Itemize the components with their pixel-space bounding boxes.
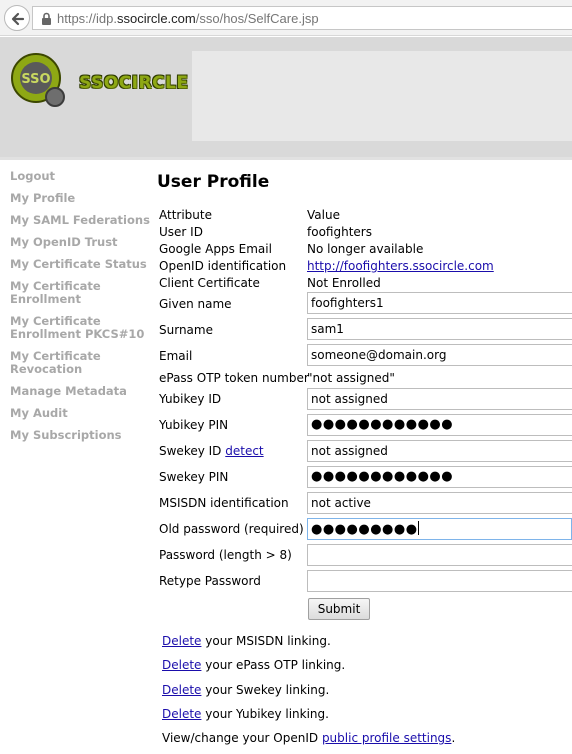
new-password-field[interactable] — [307, 544, 572, 566]
openid-label: OpenID identification — [159, 259, 287, 273]
sidebar-item-my-audit[interactable]: My Audit — [10, 407, 155, 420]
sidebar-item-certificate-revocation[interactable]: My Certificate Revocation — [10, 350, 155, 376]
sidebar-nav: Logout My Profile My SAML Federations My… — [10, 170, 155, 451]
google-apps-email-label: Google Apps Email — [159, 242, 272, 256]
yubikey-id-field[interactable]: not assigned — [307, 388, 572, 410]
epass-label: ePass OTP token number — [159, 371, 309, 385]
page-title: User Profile — [157, 172, 270, 192]
delete-yubikey-text: your Yubikey linking. — [201, 707, 329, 721]
swekey-detect-link[interactable]: detect — [225, 444, 263, 458]
header-banner — [192, 51, 572, 141]
delete-swekey-text: your Swekey linking. — [201, 683, 330, 697]
delete-yubikey-row: Delete your Yubikey linking. — [162, 707, 329, 721]
openid-url-link[interactable]: http://foofighters.ssocircle.com — [307, 259, 494, 273]
delete-yubikey-link[interactable]: Delete — [162, 707, 201, 721]
old-password-mask: ●●●●●●●●● — [311, 522, 418, 537]
google-apps-email-value: No longer available — [307, 242, 424, 256]
delete-msisdn-link[interactable]: Delete — [162, 634, 201, 648]
swekey-pin-label: Swekey PIN — [159, 470, 229, 484]
sidebar-item-certificate-enrollment[interactable]: My Certificate Enrollment — [10, 280, 155, 306]
openid-profile-suffix: . — [451, 731, 456, 745]
sidebar-item-saml-federations[interactable]: My SAML Federations — [10, 214, 155, 227]
email-field[interactable]: someone@domain.org — [307, 344, 572, 366]
retype-password-field[interactable] — [307, 570, 572, 592]
sidebar-item-certificate-status[interactable]: My Certificate Status — [10, 258, 155, 271]
sidebar-item-logout[interactable]: Logout — [10, 170, 155, 183]
public-profile-settings-link[interactable]: public profile settings — [322, 731, 452, 745]
swekey-id-label-row: Swekey ID detect — [159, 444, 264, 458]
old-password-label: Old password (required) — [159, 522, 304, 536]
delete-swekey-link[interactable]: Delete — [162, 683, 201, 697]
given-name-label: Given name — [159, 297, 232, 311]
submit-button[interactable]: Submit — [308, 598, 370, 620]
swekey-id-field[interactable]: not assigned — [307, 440, 572, 462]
sidebar-item-openid-trust[interactable]: My OpenID Trust — [10, 236, 155, 249]
surname-field[interactable]: sam1 — [307, 318, 572, 340]
surname-label: Surname — [159, 323, 213, 337]
openid-profile-prefix: View/change your OpenID — [162, 731, 322, 745]
retype-password-label: Retype Password — [159, 574, 261, 588]
msisdn-label: MSISDN identification — [159, 496, 289, 510]
delete-swekey-row: Delete your Swekey linking. — [162, 683, 329, 697]
yubikey-pin-field[interactable]: ●●●●●●●●●●●● — [307, 414, 572, 436]
url-text: https://idp.ssocircle.com/sso/hos/SelfCa… — [57, 11, 319, 26]
browser-toolbar: https://idp.ssocircle.com/sso/hos/SelfCa… — [0, 0, 572, 36]
value-header: Value — [307, 208, 340, 222]
site-header — [0, 37, 572, 157]
client-certificate-label: Client Certificate — [159, 276, 260, 290]
delete-msisdn-text: your MSISDN linking. — [201, 634, 331, 648]
swekey-pin-field[interactable]: ●●●●●●●●●●●● — [307, 466, 572, 488]
sidebar-item-manage-metadata[interactable]: Manage Metadata — [10, 385, 155, 398]
attribute-header: Attribute — [159, 208, 212, 222]
sidebar-item-certificate-enrollment-pkcs10[interactable]: My Certificate Enrollment PKCS#10 — [10, 315, 155, 341]
svg-text:SSO: SSO — [21, 72, 50, 87]
openid-profile-row: View/change your OpenID public profile s… — [162, 731, 455, 745]
given-name-field[interactable]: foofighters1 — [307, 292, 572, 314]
back-button[interactable] — [4, 5, 30, 31]
old-password-field[interactable]: ●●●●●●●●● — [307, 518, 572, 540]
delete-epass-link[interactable]: Delete — [162, 658, 201, 672]
user-id-label: User ID — [159, 225, 203, 239]
back-arrow-icon — [11, 12, 25, 26]
new-password-label: Password (length > 8) — [159, 548, 292, 562]
sidebar-item-my-profile[interactable]: My Profile — [10, 192, 155, 205]
delete-epass-row: Delete your ePass OTP linking. — [162, 658, 345, 672]
ssocircle-logo-icon: SSO — [11, 53, 65, 107]
address-bar[interactable]: https://idp.ssocircle.com/sso/hos/SelfCa… — [32, 6, 572, 30]
sidebar-item-my-subscriptions[interactable]: My Subscriptions — [10, 429, 155, 442]
lock-icon — [42, 12, 51, 25]
epass-value: "not assigned" — [307, 371, 395, 385]
text-caret — [417, 521, 419, 535]
delete-epass-text: your ePass OTP linking. — [201, 658, 346, 672]
msisdn-field[interactable]: not active — [307, 492, 572, 514]
brand-name: SSOCIRCLE — [79, 73, 189, 93]
yubikey-id-label: Yubikey ID — [159, 392, 222, 406]
swekey-id-label: Swekey ID — [159, 444, 222, 458]
header-divider — [0, 157, 572, 160]
yubikey-pin-label: Yubikey PIN — [159, 418, 229, 432]
user-id-value: foofighters — [307, 225, 372, 239]
client-certificate-value: Not Enrolled — [307, 276, 381, 290]
email-label: Email — [159, 349, 193, 363]
delete-msisdn-row: Delete your MSISDN linking. — [162, 634, 331, 648]
